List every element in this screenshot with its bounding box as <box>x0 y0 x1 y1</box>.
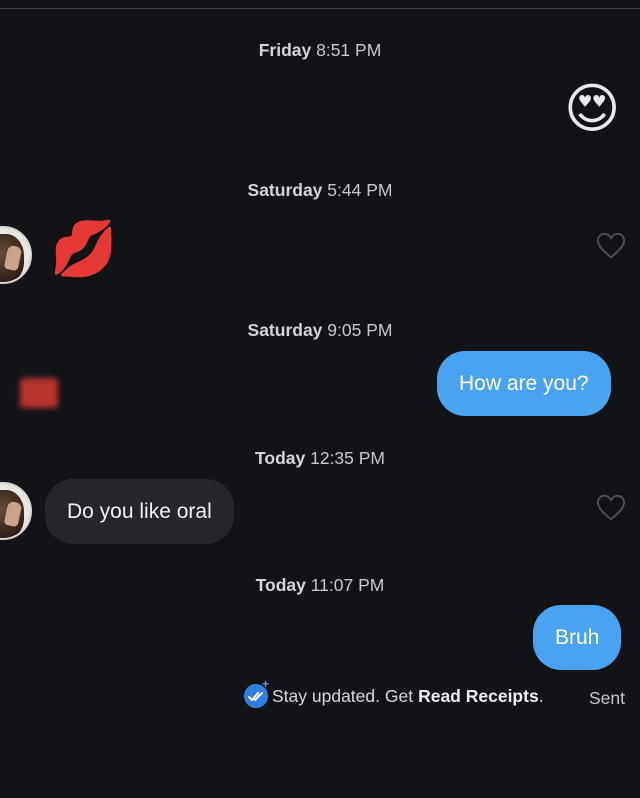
kiss-emoji-message[interactable]: 💋 <box>50 222 117 276</box>
timestamp: Saturday 5:44 PM <box>247 180 393 200</box>
avatar[interactable] <box>0 482 32 540</box>
message-status: Sent <box>589 688 625 708</box>
heart-eyes-emoji-message[interactable]: 😍 <box>564 82 620 136</box>
timestamp: Today 11:07 PM <box>255 575 385 595</box>
message-bubble-outgoing[interactable]: How are you? <box>437 351 611 416</box>
message-bubble-outgoing[interactable]: Bruh <box>533 605 622 670</box>
message-bubble-incoming[interactable]: Do you like oral <box>45 479 234 544</box>
sparkle-icon: + <box>262 677 270 691</box>
timestamp: Today 12:35 PM <box>254 448 386 468</box>
read-receipt-icon: + <box>244 677 269 708</box>
top-divider <box>0 8 640 9</box>
timestamp: Saturday 9:05 PM <box>247 320 393 340</box>
like-heart-icon[interactable] <box>596 232 626 260</box>
avatar[interactable] <box>0 226 32 284</box>
read-receipts-promo[interactable]: + Stay updated. Get Read Receipts. <box>244 677 544 708</box>
read-receipts-link[interactable]: Read Receipts <box>418 686 539 707</box>
read-receipts-text: Stay updated. Get <box>272 685 414 706</box>
blurred-content <box>20 378 58 408</box>
like-heart-icon[interactable] <box>596 494 626 522</box>
timestamp: Friday 8:51 PM <box>258 40 382 60</box>
